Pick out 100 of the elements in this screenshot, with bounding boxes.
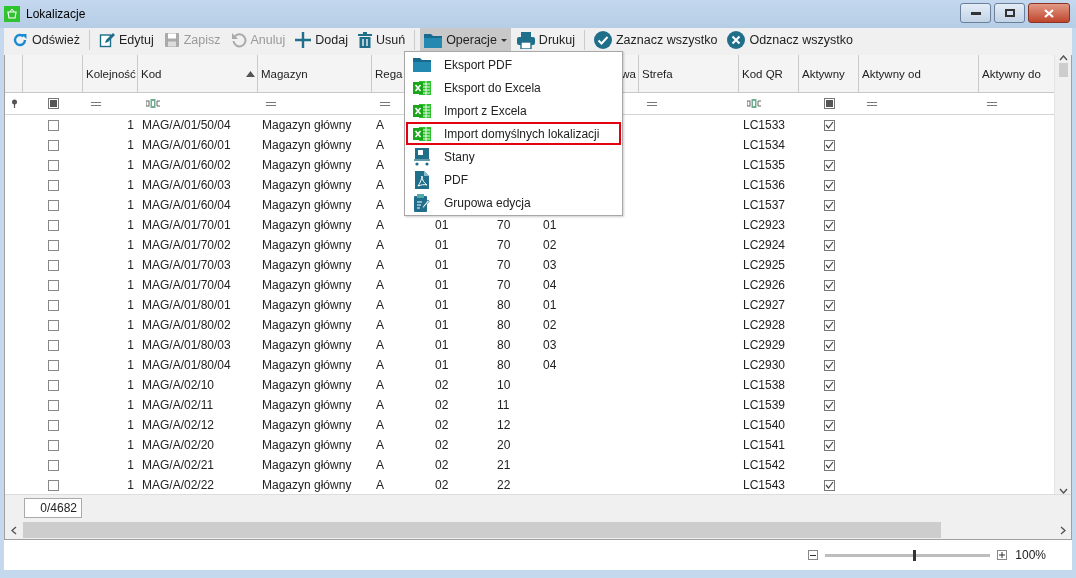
row-checkbox[interactable] — [47, 439, 59, 451]
row-checkbox[interactable] — [47, 379, 59, 391]
column-header[interactable]: Strefa — [639, 55, 739, 93]
menu-item[interactable]: Import domyślnych lokalizacji — [406, 122, 621, 145]
row-checkbox[interactable] — [823, 139, 835, 151]
table-cell: Magazyn główny — [262, 138, 352, 152]
table-cell: 02 — [543, 238, 557, 252]
column-header[interactable]: Kod — [141, 67, 162, 80]
table-cell: A — [376, 218, 384, 232]
table-cell: LC2928 — [743, 318, 786, 332]
zoom-out-button[interactable] — [808, 550, 819, 560]
table-cell: LC2929 — [743, 338, 786, 352]
column-header[interactable]: Aktywny od — [859, 55, 979, 93]
toolbar-button[interactable]: Drukuj — [512, 28, 579, 52]
row-checkbox[interactable] — [47, 159, 59, 171]
row-checkbox[interactable] — [823, 259, 835, 271]
row-checkbox[interactable] — [47, 319, 59, 331]
checkmark-icon — [824, 341, 834, 349]
row-checkbox[interactable] — [823, 379, 835, 391]
table-cell: Magazyn główny — [262, 358, 352, 372]
checkmark-icon — [824, 421, 834, 429]
row-checkbox[interactable] — [47, 179, 59, 191]
text-filter-icon — [747, 99, 761, 108]
row-checkbox[interactable] — [47, 299, 59, 311]
zoom-in-button[interactable] — [997, 550, 1008, 560]
row-checkbox[interactable] — [47, 459, 59, 471]
pdf-document-icon — [415, 170, 429, 189]
filter-checkbox[interactable] — [823, 98, 835, 109]
row-checkbox[interactable] — [823, 299, 835, 311]
row-checkbox[interactable] — [47, 219, 59, 231]
toolbar-button[interactable]: Zaznacz wszystko — [590, 28, 722, 52]
menu-item[interactable]: Grupowa edycja — [406, 191, 621, 214]
minimize-button[interactable] — [960, 3, 991, 23]
close-button[interactable] — [1028, 3, 1070, 23]
horizontal-scrollbar[interactable] — [5, 521, 1071, 539]
table-cell: 1 — [127, 258, 134, 272]
table-cell: A — [376, 138, 384, 152]
row-checkbox[interactable] — [823, 459, 835, 471]
scroll-thumb[interactable] — [1058, 63, 1068, 77]
toolbar-button[interactable]: Dodaj — [291, 28, 352, 52]
dropdown-button[interactable]: Operacje — [420, 28, 511, 52]
checkmark-icon — [824, 461, 834, 469]
table-cell: A — [376, 418, 384, 432]
zoom-reading: 100% — [1015, 548, 1046, 562]
scroll-down-icon — [1058, 488, 1068, 494]
row-checkbox[interactable] — [823, 159, 835, 171]
row-checkbox[interactable] — [823, 439, 835, 451]
table-cell: 70 — [497, 238, 511, 252]
row-checkbox[interactable] — [47, 239, 59, 251]
row-checkbox[interactable] — [823, 339, 835, 351]
toolbar-button[interactable]: Odśwież — [8, 28, 84, 52]
table-cell: 1 — [127, 298, 134, 312]
row-checkbox[interactable] — [823, 179, 835, 191]
row-checkbox[interactable] — [823, 199, 835, 211]
row-checkbox[interactable] — [823, 279, 835, 291]
table-cell: 02 — [435, 398, 449, 412]
menu-item[interactable]: Import z Excela — [406, 99, 621, 122]
row-checkbox[interactable] — [47, 279, 59, 291]
row-checkbox[interactable] — [47, 259, 59, 271]
row-checkbox[interactable] — [823, 399, 835, 411]
row-checkbox[interactable] — [823, 419, 835, 431]
maximize-button[interactable] — [994, 3, 1025, 23]
row-checkbox[interactable] — [823, 219, 835, 231]
row-checkbox[interactable] — [47, 339, 59, 351]
row-checkbox[interactable] — [823, 319, 835, 331]
row-checkbox[interactable] — [47, 119, 59, 131]
table-cell: 1 — [127, 458, 134, 472]
toolbar-button[interactable]: Odznacz wszystko — [723, 28, 857, 52]
menu-item[interactable]: PDF — [406, 168, 621, 191]
row-checkbox[interactable] — [823, 119, 835, 131]
toolbar-button[interactable]: Edytuj — [94, 28, 158, 52]
row-checkbox[interactable] — [47, 419, 59, 431]
column-header[interactable]: Kod QR — [739, 55, 799, 93]
row-checkbox[interactable] — [47, 199, 59, 211]
table-cell: 03 — [543, 258, 557, 272]
column-header[interactable]: Magazyn — [258, 55, 372, 93]
slider-thumb[interactable] — [913, 549, 917, 561]
row-checkbox[interactable] — [47, 139, 59, 151]
scroll-thumb[interactable] — [23, 522, 941, 538]
filter-checkbox[interactable] — [47, 98, 59, 109]
pin-icon — [10, 99, 18, 108]
vertical-scrollbar[interactable] — [1054, 55, 1071, 494]
row-checkbox[interactable] — [823, 479, 835, 491]
row-checkbox[interactable] — [823, 359, 835, 371]
equals-filter-icon — [266, 101, 276, 106]
checkmark-icon — [824, 261, 834, 269]
row-checkbox[interactable] — [47, 399, 59, 411]
row-checkbox[interactable] — [47, 479, 59, 491]
toolbar-button[interactable]: Usuń — [353, 28, 410, 52]
table-cell: 80 — [497, 298, 511, 312]
column-header[interactable]: Aktywny — [799, 55, 859, 93]
column-header[interactable]: Kolejność — [83, 55, 138, 93]
table-cell: LC2927 — [743, 298, 786, 312]
row-checkbox[interactable] — [47, 359, 59, 371]
table-cell: 80 — [497, 358, 511, 372]
row-checkbox[interactable] — [823, 239, 835, 251]
table-cell: Magazyn główny — [262, 298, 352, 312]
minus-icon — [810, 554, 817, 556]
table-cell: MAG/A/02/10 — [142, 378, 215, 392]
menu-item[interactable]: Stany — [406, 145, 621, 168]
